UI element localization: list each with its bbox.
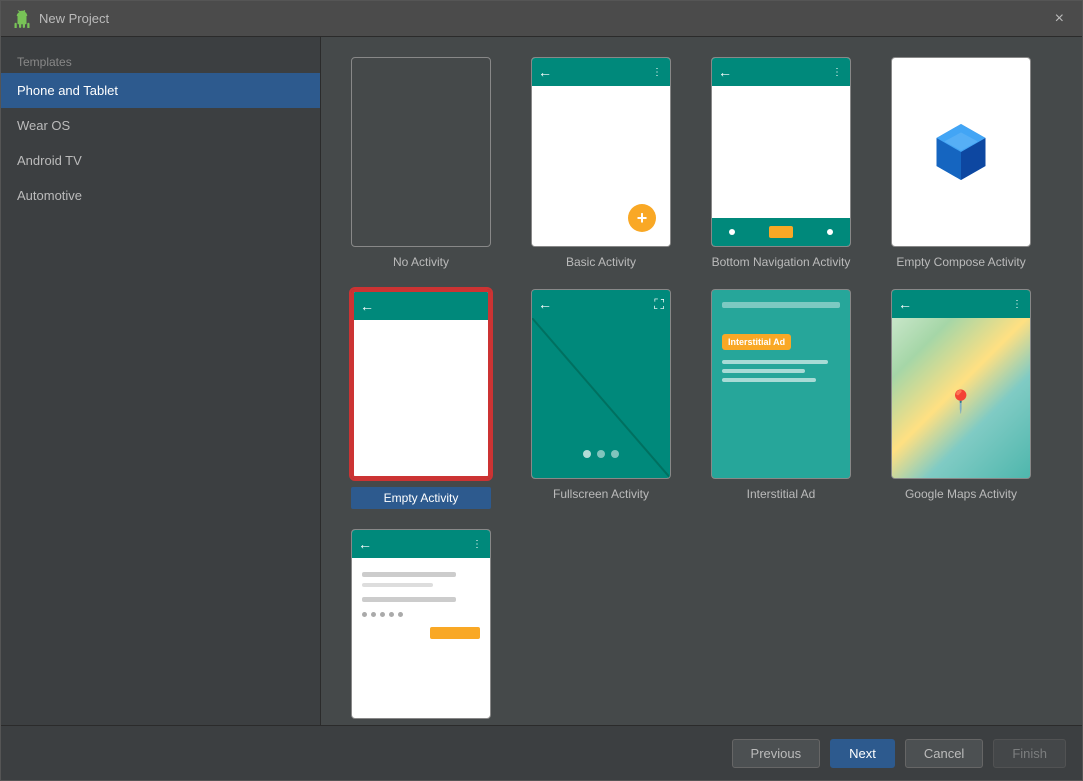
back-arrow-icon: ← xyxy=(718,64,732,80)
bottom-nav-bar xyxy=(712,218,850,246)
new-project-dialog: New Project × Templates Phone and Tablet… xyxy=(0,0,1083,781)
template-basic-activity[interactable]: ← ⋮ + Basic Activity xyxy=(521,57,681,269)
sidebar-item-phone-tablet[interactable]: Phone and Tablet xyxy=(1,73,320,108)
menu-dots-icon: ⋮ xyxy=(472,539,484,550)
template-bottom-nav-activity[interactable]: ← ⋮ Bottom Navigation Activity xyxy=(701,57,861,269)
fab-icon: + xyxy=(628,204,656,232)
fullscreen-label: Fullscreen Activity xyxy=(553,487,649,501)
login-line-3 xyxy=(362,597,456,602)
basic-activity-label: Basic Activity xyxy=(566,255,636,269)
empty-compose-preview xyxy=(891,57,1031,247)
template-no-activity[interactable]: No Activity xyxy=(341,57,501,269)
sidebar-item-wear-os[interactable]: Wear OS xyxy=(1,108,320,143)
menu-dots-icon: ⋮ xyxy=(652,67,664,78)
title-bar: New Project × xyxy=(1,1,1082,37)
bottom-nav-label: Bottom Navigation Activity xyxy=(712,255,851,269)
back-arrow-icon: ← xyxy=(538,296,552,312)
no-activity-label: No Activity xyxy=(393,255,449,269)
back-arrow-icon: ← xyxy=(358,536,372,552)
back-arrow-icon: ← xyxy=(360,298,374,314)
no-activity-preview xyxy=(351,57,491,247)
password-dot-5 xyxy=(398,612,403,617)
password-dot-2 xyxy=(371,612,376,617)
template-empty-compose[interactable]: Empty Compose Activity xyxy=(881,57,1041,269)
login-line-1 xyxy=(362,572,456,577)
template-empty-activity[interactable]: ← Empty Activity xyxy=(341,289,501,509)
cube-icon xyxy=(926,117,996,187)
password-dot-1 xyxy=(362,612,367,617)
cancel-button[interactable]: Cancel xyxy=(905,739,983,768)
template-interstitial-ad[interactable]: Interstitial Ad Interstitial Ad xyxy=(701,289,861,509)
menu-dots-icon: ⋮ xyxy=(1012,299,1024,310)
sidebar-section-label: Templates xyxy=(1,47,320,73)
android-icon xyxy=(13,10,31,28)
sidebar-item-android-tv[interactable]: Android TV xyxy=(1,143,320,178)
previous-button[interactable]: Previous xyxy=(732,739,821,768)
fullscreen-preview: ← ⛶ xyxy=(531,289,671,479)
menu-dots-icon: ⋮ xyxy=(832,67,844,78)
nav-dot-1 xyxy=(729,229,735,235)
next-button[interactable]: Next xyxy=(830,739,895,768)
interstitial-ad-label: Interstitial Ad xyxy=(747,487,816,501)
bottom-nav-preview: ← ⋮ xyxy=(711,57,851,247)
maps-label: Google Maps Activity xyxy=(905,487,1017,501)
bottom-bar: Previous Next Cancel Finish xyxy=(1,725,1082,780)
template-google-maps[interactable]: ← ⋮ 📍 Google Maps Activity xyxy=(881,289,1041,509)
map-pin-icon: 📍 xyxy=(947,389,974,415)
window-title: New Project xyxy=(39,11,1049,26)
sidebar-item-automotive[interactable]: Automotive xyxy=(1,178,320,213)
main-content: Templates Phone and Tablet Wear OS Andro… xyxy=(1,37,1082,725)
empty-activity-label: Empty Activity xyxy=(351,487,491,509)
finish-button[interactable]: Finish xyxy=(993,739,1066,768)
ad-badge: Interstitial Ad xyxy=(722,334,791,350)
close-button[interactable]: × xyxy=(1049,8,1070,30)
empty-compose-label: Empty Compose Activity xyxy=(896,255,1025,269)
back-arrow-icon: ← xyxy=(538,64,552,80)
nav-dot-2 xyxy=(827,229,833,235)
interstitial-preview: Interstitial Ad xyxy=(711,289,851,479)
password-dot-3 xyxy=(380,612,385,617)
password-dot-4 xyxy=(389,612,394,617)
login-btn-preview xyxy=(430,627,480,639)
expand-icon: ⛶ xyxy=(654,296,664,313)
template-fullscreen-activity[interactable]: ← ⛶ Fullscreen Activity xyxy=(521,289,681,509)
basic-activity-preview: ← ⋮ + xyxy=(531,57,671,247)
nav-selected xyxy=(769,226,793,238)
sidebar: Templates Phone and Tablet Wear OS Andro… xyxy=(1,37,321,725)
template-login-activity[interactable]: ← ⋮ xyxy=(341,529,501,725)
login-line-2 xyxy=(362,583,433,587)
empty-activity-preview: ← xyxy=(351,289,491,479)
template-grid: No Activity ← ⋮ + Basic Activity xyxy=(321,37,1082,725)
back-arrow-icon: ← xyxy=(898,296,912,312)
maps-preview: ← ⋮ 📍 xyxy=(891,289,1031,479)
login-preview: ← ⋮ xyxy=(351,529,491,719)
